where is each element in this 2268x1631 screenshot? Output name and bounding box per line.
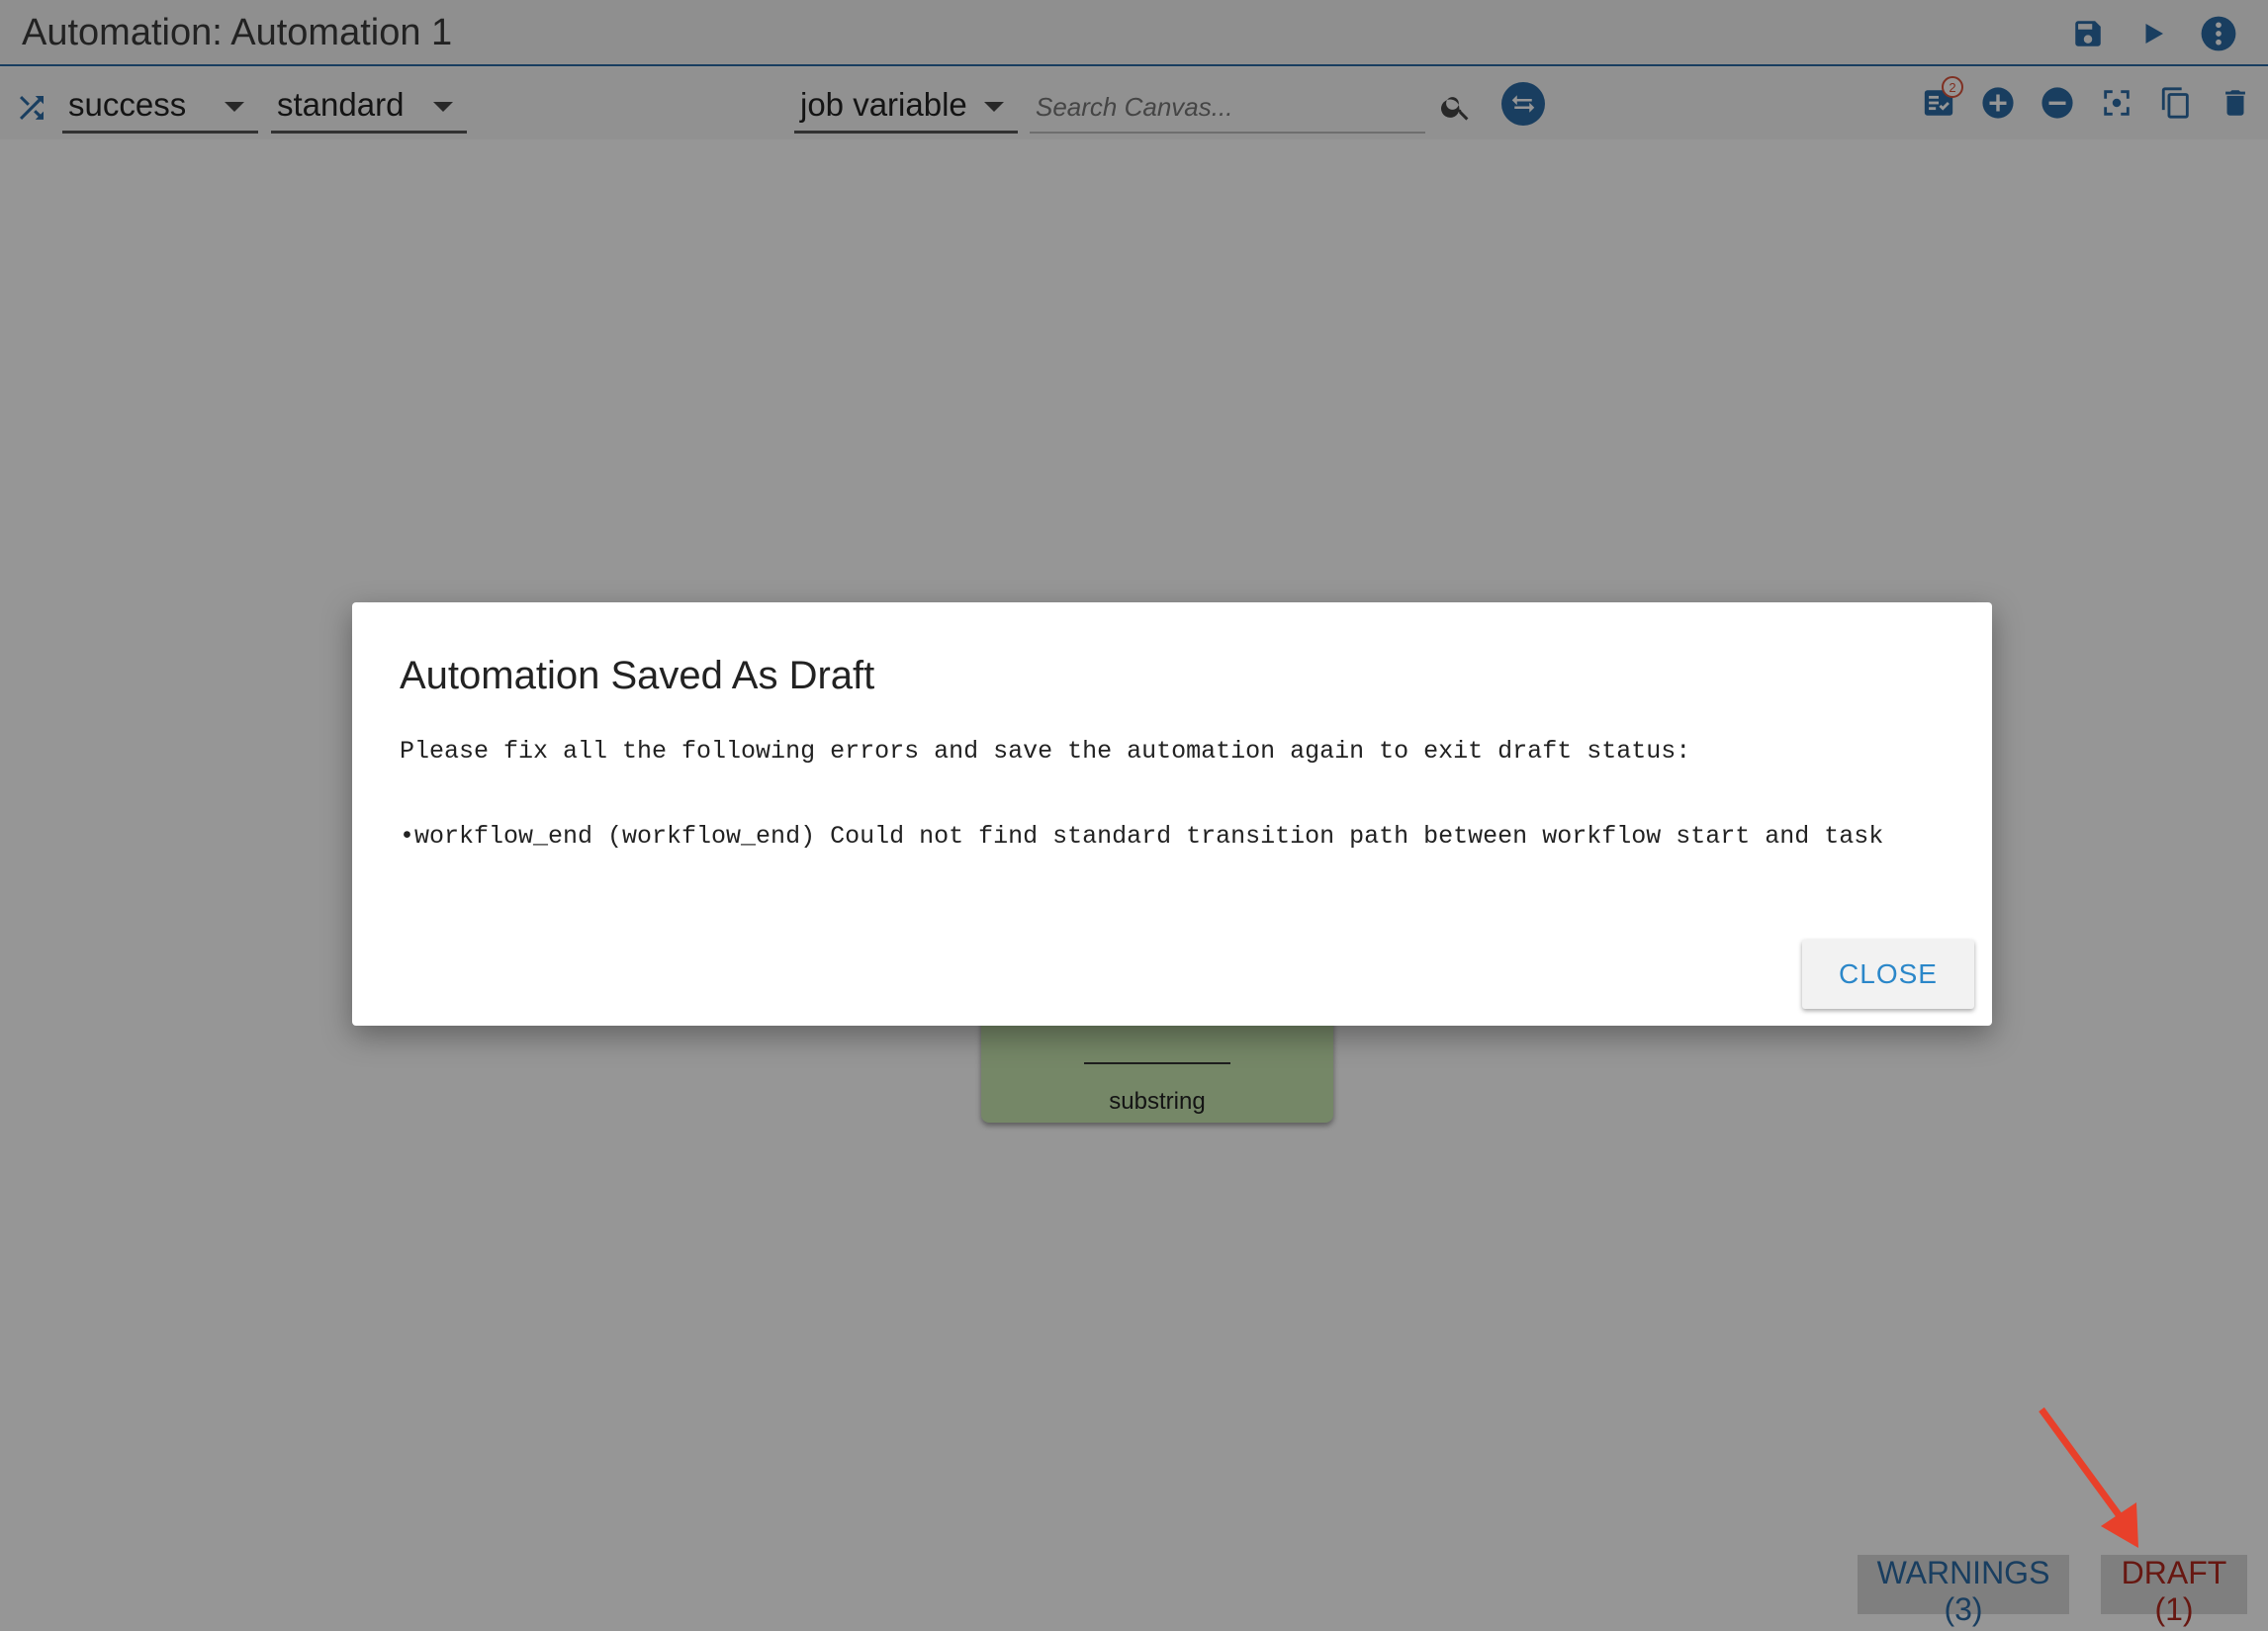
draft-saved-dialog: Automation Saved As Draft Please fix all… <box>352 602 1992 1026</box>
close-button[interactable]: CLOSE <box>1802 940 1974 1009</box>
dialog-title: Automation Saved As Draft <box>400 654 875 697</box>
error-list-item: •workflow_end (workflow_end) Could not f… <box>400 822 1884 851</box>
dialog-message: Please fix all the following errors and … <box>400 737 1691 766</box>
annotation-arrow-icon <box>2039 1406 2138 1548</box>
